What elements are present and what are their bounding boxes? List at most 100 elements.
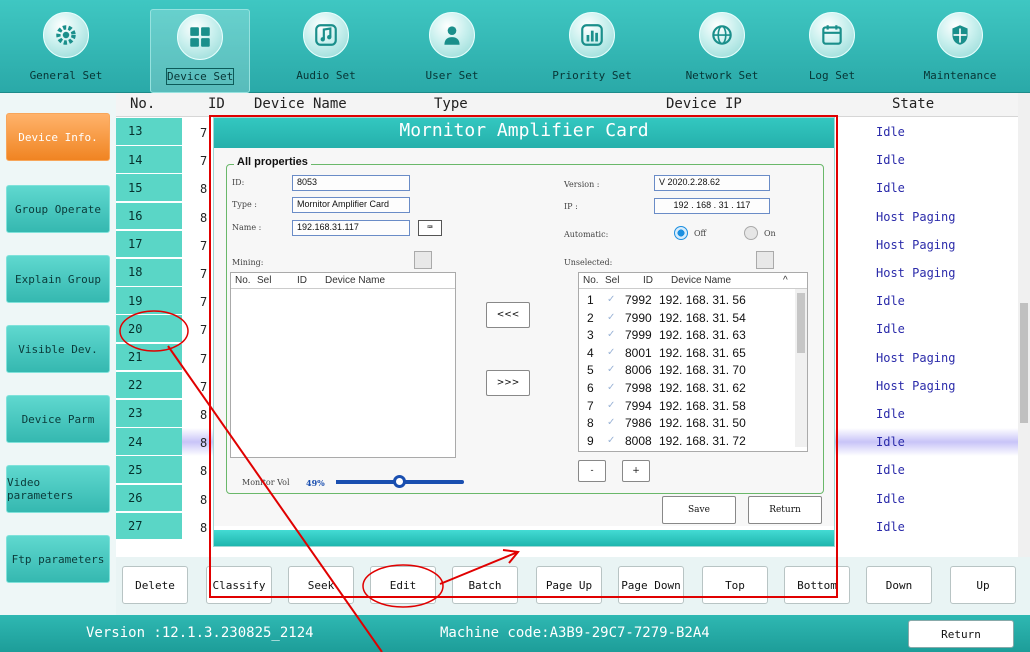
row-no: 16 <box>116 202 182 231</box>
chevron-up-icon[interactable]: ^ <box>783 275 788 286</box>
list-item-id: 7998 <box>625 381 652 395</box>
delete-button[interactable]: Delete <box>122 566 188 604</box>
move-left-button[interactable]: <<< <box>486 302 530 328</box>
unselected-list[interactable]: No. Sel ID Device Name ^ 1 ✓ 7992 192. 168.… <box>578 272 808 452</box>
list-item[interactable]: 5 ✓ 8006 192. 168. 31. 70 <box>579 361 807 380</box>
header-no: No. <box>130 96 156 112</box>
nav-general-set[interactable]: General Set <box>16 8 116 92</box>
list-item-id: 8006 <box>625 363 652 378</box>
edit-button[interactable]: Edit <box>370 566 436 604</box>
keyboard-icon[interactable]: ⌨ <box>418 220 442 236</box>
move-right-button[interactable]: >>> <box>486 370 530 396</box>
save-button[interactable]: Save <box>662 496 736 524</box>
type-field[interactable]: Mornitor Amplifier Card <box>292 197 410 213</box>
row-state: Idle <box>876 519 905 534</box>
list-item[interactable]: 6 ✓ 7998 192. 168. 31. 62 <box>579 379 807 398</box>
header-state: State <box>892 96 935 112</box>
list-item[interactable]: 3 ✓ 7999 192. 168. 31. 63 <box>579 326 807 345</box>
checkmark-icon[interactable]: ✓ <box>607 347 615 358</box>
top-button[interactable]: Top <box>702 566 768 604</box>
sidebar-item-video-parameters[interactable]: Video parameters <box>6 465 110 513</box>
header-device-name: Device Name <box>254 96 347 112</box>
checkmark-icon[interactable]: ✓ <box>607 329 615 340</box>
list-item[interactable]: 9 ✓ 8008 192. 168. 31. 72 <box>579 432 807 451</box>
bottom-button[interactable]: Bottom <box>784 566 850 604</box>
list-item[interactable]: 7 ✓ 7994 192. 168. 31. 58 <box>579 397 807 416</box>
list-item[interactable]: 8 ✓ 7986 192. 168. 31. 50 <box>579 414 807 433</box>
unselected-select-all-checkbox[interactable] <box>756 251 774 269</box>
sidebar-item-explain-group[interactable]: Explain Group <box>6 255 110 303</box>
mining-list[interactable]: No. Sel ID Device Name <box>230 272 456 458</box>
version-text: Version :12.1.3.230825_2124 <box>86 625 314 641</box>
row-state: Idle <box>876 153 905 168</box>
monitor-vol-label: Monitor Vol <box>242 478 290 487</box>
seek-button[interactable]: Seek <box>288 566 354 604</box>
checkmark-icon[interactable]: ✓ <box>607 417 615 428</box>
batch-button[interactable]: Batch <box>452 566 518 604</box>
nav-device-set[interactable]: Device Set <box>150 9 250 93</box>
nav-audio-set[interactable]: Audio Set <box>276 8 376 92</box>
sidebar-item-visible-dev[interactable]: Visible Dev. <box>6 325 110 373</box>
grid-icon <box>177 14 223 60</box>
checkmark-icon[interactable]: ✓ <box>607 364 615 375</box>
checkmark-icon[interactable]: ✓ <box>607 312 615 323</box>
list-item[interactable]: 2 ✓ 7990 192. 168. 31. 54 <box>579 309 807 328</box>
up-button[interactable]: Up <box>950 566 1016 604</box>
automatic-off-radio[interactable] <box>674 226 688 240</box>
sidebar-item-device-parm[interactable]: Device Parm <box>6 395 110 443</box>
nav-network-set[interactable]: Network Set <box>672 8 772 92</box>
unselected-list-scrollbar[interactable] <box>795 289 807 447</box>
row-state: Idle <box>876 463 905 478</box>
scrollbar-thumb[interactable] <box>797 293 805 353</box>
slider-knob[interactable] <box>392 475 406 488</box>
nav-maintenance[interactable]: Maintenance <box>910 8 1010 92</box>
checkmark-icon[interactable]: ✓ <box>607 435 615 446</box>
nav-log-set[interactable]: Log Set <box>782 8 882 92</box>
row-no: 19 <box>116 287 182 315</box>
list-item-name: 192. 168. 31. 50 <box>659 416 746 431</box>
automatic-on-radio[interactable] <box>744 226 758 240</box>
sidebar-item-group-operate[interactable]: Group Operate <box>6 185 110 233</box>
minus-button[interactable]: - <box>578 460 606 482</box>
list-item[interactable]: 4 ✓ 8001 192. 168. 31. 65 <box>579 344 807 363</box>
sidebar-item-ftp-parameters[interactable]: Ftp parameters <box>6 535 110 583</box>
version-label: Version : <box>564 180 600 189</box>
list-item-no: 5 <box>587 363 594 378</box>
nav-priority-set[interactable]: Priority Set <box>542 8 642 92</box>
header-type: Type <box>434 96 468 112</box>
page-up-button[interactable]: Page Up <box>536 566 602 604</box>
page-down-button[interactable]: Page Down <box>618 566 684 604</box>
plus-button[interactable]: + <box>622 460 650 482</box>
checkmark-icon[interactable]: ✓ <box>607 382 615 393</box>
classify-button[interactable]: Classify <box>206 566 272 604</box>
row-id: 79 <box>200 351 208 366</box>
scrollbar-thumb[interactable] <box>1020 303 1028 423</box>
list-item[interactable]: 1 ✓ 7992 192. 168. 31. 56 <box>579 291 807 310</box>
row-no: 25 <box>116 456 182 485</box>
sidebar-item-device-info[interactable]: Device Info. <box>6 113 110 161</box>
id-field[interactable]: 8053 <box>292 175 410 191</box>
checkmark-icon[interactable]: ✓ <box>607 294 615 305</box>
list-item-no: 1 <box>587 293 594 307</box>
ip-field[interactable]: 192 . 168 . 31 . 117 <box>654 198 770 214</box>
checkmark-icon[interactable]: ✓ <box>607 400 615 411</box>
return-button[interactable]: Return <box>748 496 822 524</box>
name-field[interactable]: 192.168.31.117 <box>292 220 410 236</box>
mining-select-all-checkbox[interactable] <box>414 251 432 269</box>
row-id: 79 <box>200 154 208 169</box>
monitor-vol-value: 49% <box>306 478 325 488</box>
type-label: Type : <box>232 200 257 209</box>
footer-return-button[interactable]: Return <box>908 620 1014 648</box>
down-button[interactable]: Down <box>866 566 932 604</box>
table-scrollbar[interactable] <box>1018 93 1030 557</box>
row-id: 79 <box>200 379 208 394</box>
gear-icon <box>43 12 89 58</box>
list-item-name: 192. 168. 31. 63 <box>659 328 746 343</box>
version-field[interactable]: V 2020.2.28.62 <box>654 175 770 191</box>
row-no: 15 <box>116 174 182 203</box>
row-id: 79 <box>200 267 208 281</box>
list-item-name: 192. 168. 31. 70 <box>659 363 746 378</box>
list-item-id: 7990 <box>625 310 652 325</box>
unselected-list-header: No. Sel ID Device Name ^ <box>579 273 807 289</box>
nav-user-set[interactable]: User Set <box>402 8 502 92</box>
